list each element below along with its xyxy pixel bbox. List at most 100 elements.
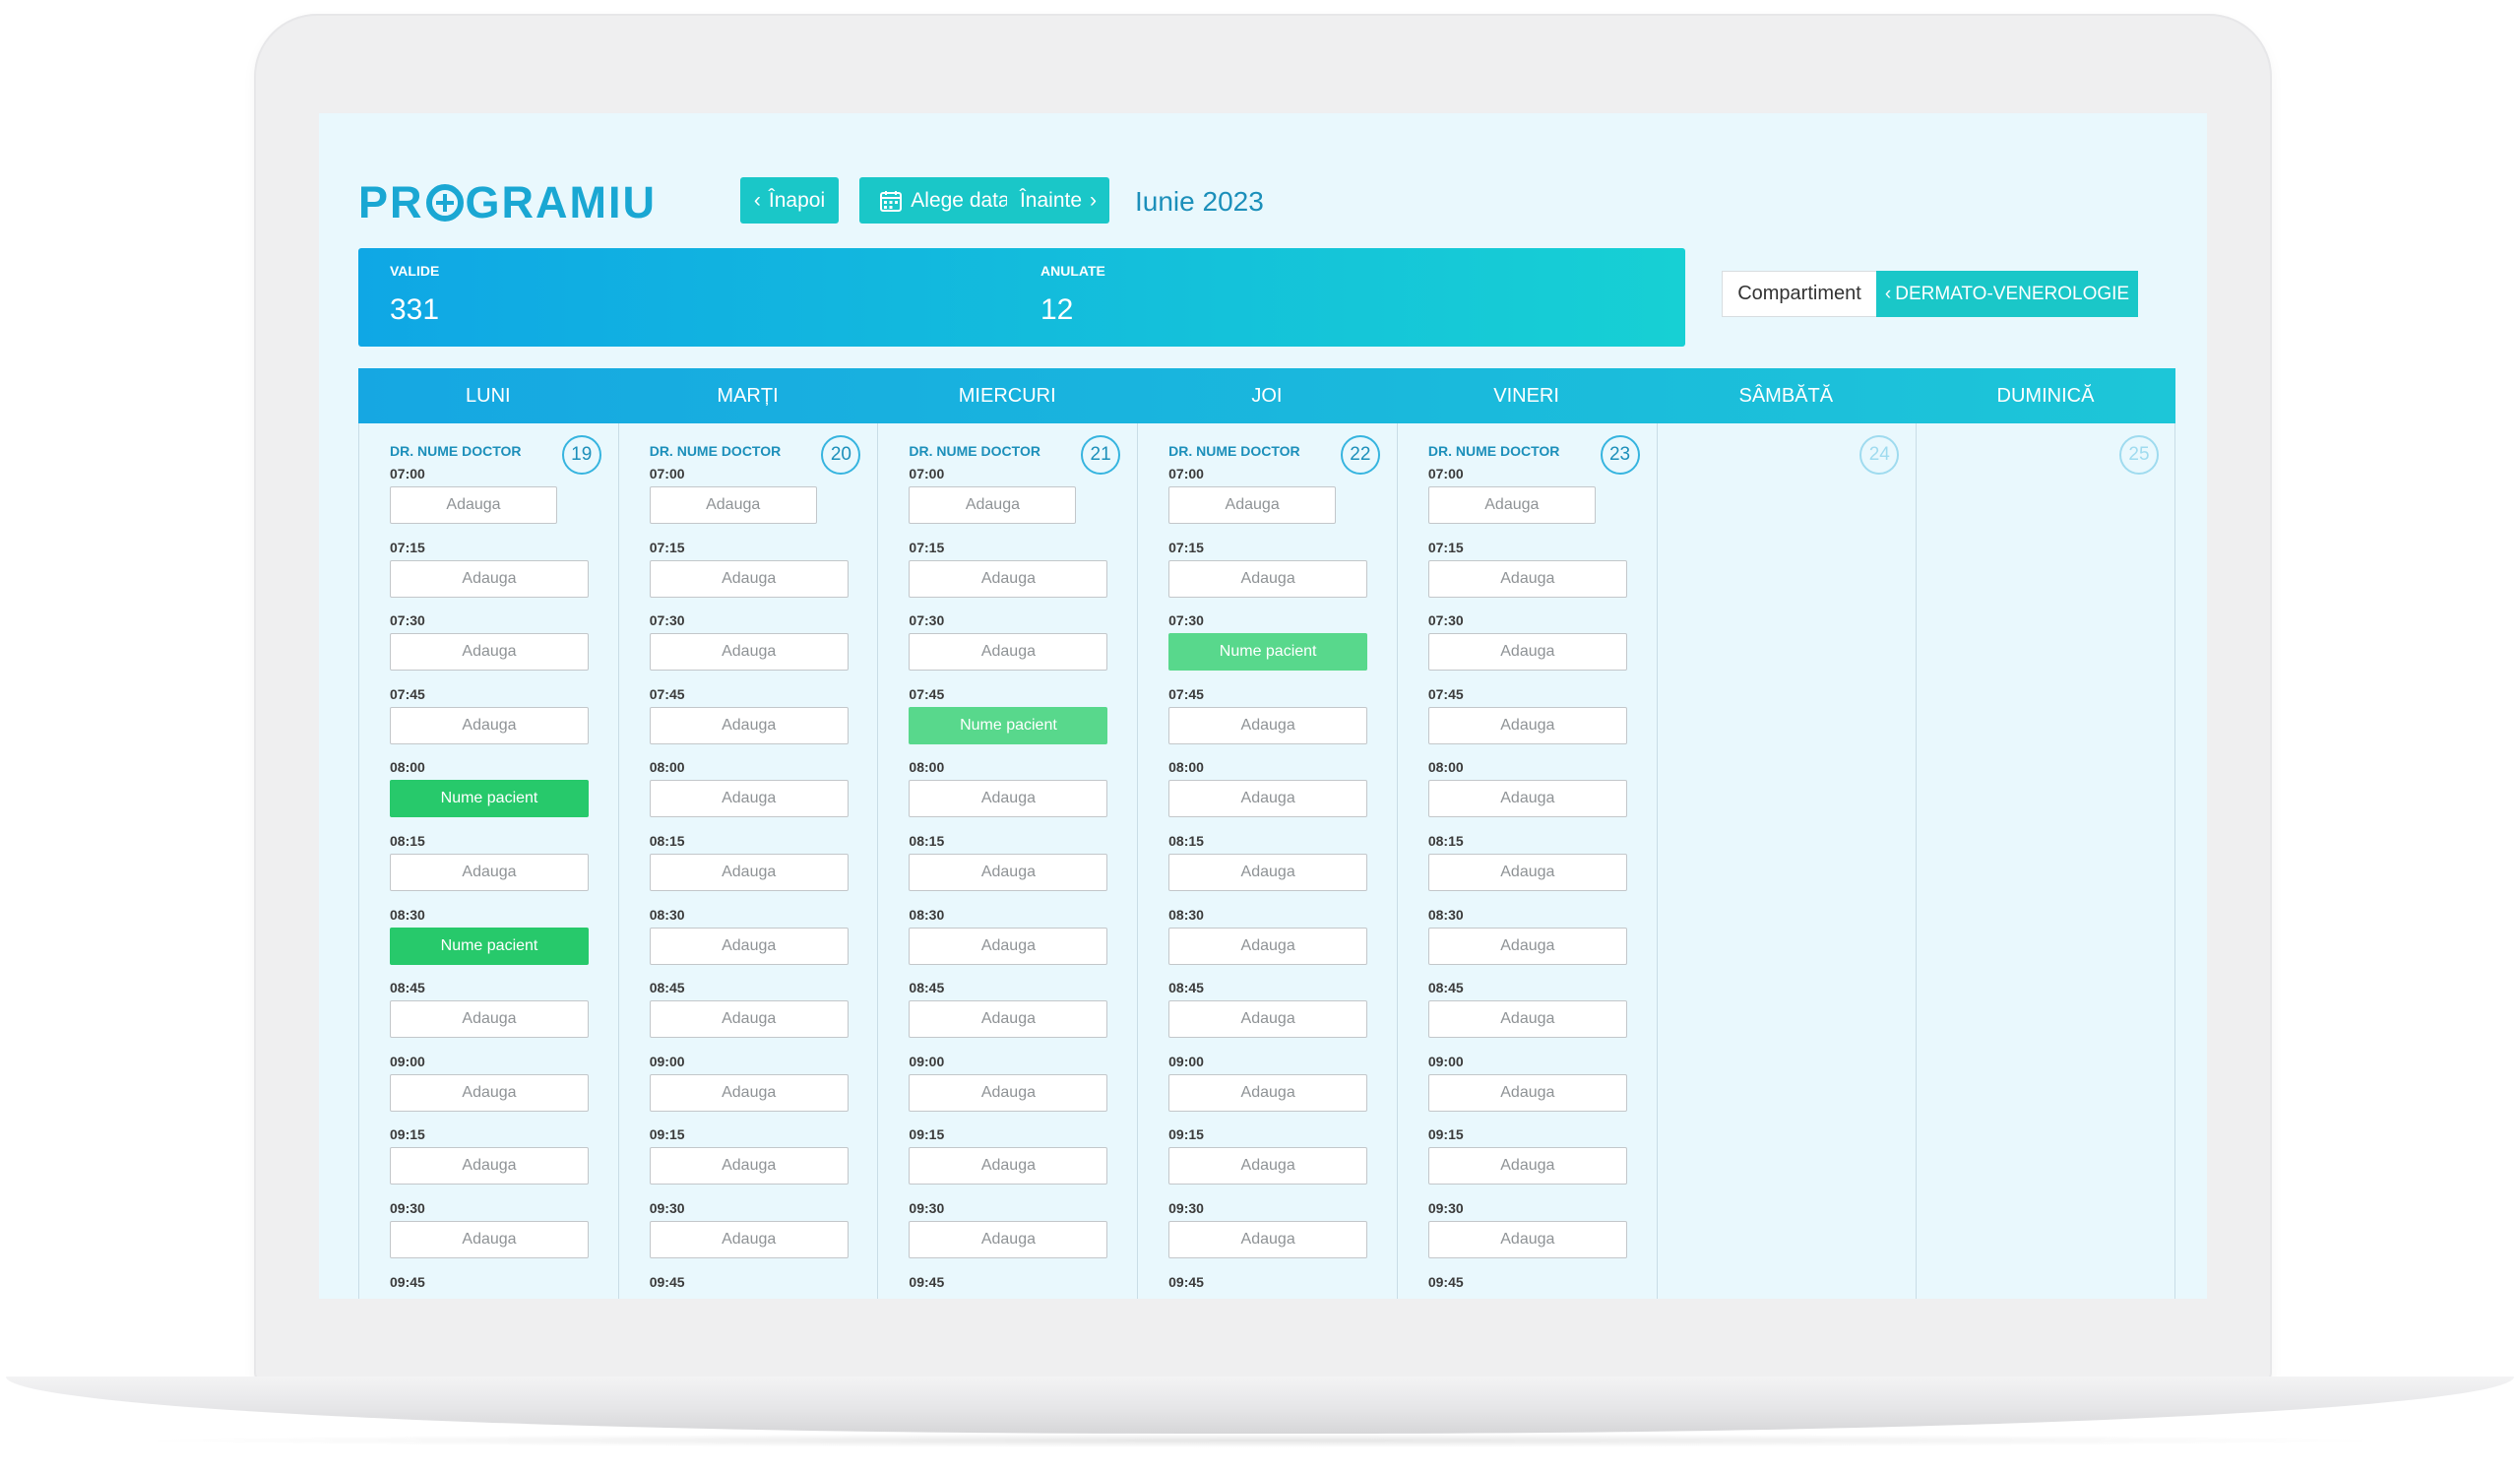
slot-time: 07:15 bbox=[909, 539, 945, 555]
add-appointment-button[interactable]: Adauga bbox=[1427, 1147, 1627, 1186]
add-appointment-button[interactable]: Adauga bbox=[649, 780, 849, 818]
add-appointment-button[interactable]: Adauga bbox=[909, 854, 1108, 891]
add-appointment-button[interactable]: Adauga bbox=[390, 854, 589, 891]
add-appointment-button[interactable]: Adauga bbox=[909, 1073, 1108, 1112]
add-appointment-button[interactable]: Adauga bbox=[1427, 486, 1596, 524]
doctor-name: DR. NUME DOCTOR bbox=[909, 443, 1040, 459]
add-appointment-button[interactable]: Adauga bbox=[1168, 927, 1368, 965]
slot-time: 09:00 bbox=[1168, 1053, 1204, 1069]
add-appointment-button[interactable]: Adauga bbox=[390, 1073, 589, 1112]
add-appointment-button[interactable]: Adauga bbox=[390, 1000, 589, 1039]
add-appointment-button[interactable]: Adauga bbox=[390, 486, 557, 524]
day-number-badge: 23 bbox=[1600, 435, 1640, 475]
slot-time: 09:30 bbox=[1427, 1200, 1464, 1216]
add-appointment-button[interactable]: Adauga bbox=[1427, 559, 1627, 598]
slot-time: 09:00 bbox=[390, 1053, 425, 1069]
add-appointment-button[interactable]: Adauga bbox=[1427, 1073, 1627, 1112]
add-appointment-button[interactable]: Adauga bbox=[909, 559, 1108, 598]
slot-time: 08:30 bbox=[909, 906, 945, 923]
day-name-3: JOI bbox=[1251, 384, 1283, 407]
valid-count: 331 bbox=[390, 293, 440, 326]
add-appointment-button[interactable]: Adauga bbox=[1427, 633, 1627, 672]
day-number-badge: 21 bbox=[1081, 435, 1121, 475]
add-appointment-button[interactable]: Adauga bbox=[1168, 1221, 1368, 1258]
day-number-badge: 20 bbox=[821, 435, 861, 475]
add-appointment-button[interactable]: Adauga bbox=[909, 1221, 1108, 1258]
department-value: DERMATO-VENEROLOGIE bbox=[1895, 283, 2130, 304]
add-appointment-button[interactable]: Adauga bbox=[909, 780, 1108, 818]
add-appointment-button[interactable]: Adauga bbox=[1168, 1000, 1368, 1039]
medical-cross-icon bbox=[425, 184, 464, 222]
add-appointment-button[interactable]: Adauga bbox=[909, 633, 1108, 672]
valid-label: VALIDE bbox=[390, 263, 440, 279]
add-appointment-button[interactable]: Adauga bbox=[1427, 854, 1627, 891]
slot-time: 08:00 bbox=[390, 759, 425, 776]
slot-time: 07:30 bbox=[390, 612, 425, 629]
add-appointment-button[interactable]: Adauga bbox=[649, 633, 849, 672]
department-select[interactable]: ‹ DERMATO-VENEROLOGIE bbox=[1876, 271, 2138, 317]
slot-time: 08:00 bbox=[1427, 759, 1464, 776]
patient-appointment-button[interactable]: Nume pacient bbox=[909, 706, 1108, 744]
add-appointment-button[interactable]: Adauga bbox=[649, 1221, 849, 1258]
add-appointment-button[interactable]: Adauga bbox=[909, 486, 1077, 524]
add-appointment-button[interactable]: Adauga bbox=[909, 927, 1108, 965]
add-appointment-button[interactable]: Adauga bbox=[649, 1000, 849, 1039]
add-appointment-button[interactable]: Adauga bbox=[390, 1147, 589, 1186]
add-appointment-button[interactable]: Adauga bbox=[649, 706, 849, 744]
add-appointment-button[interactable]: Adauga bbox=[390, 633, 589, 672]
back-button[interactable]: ‹ Înapoi bbox=[740, 177, 839, 224]
add-appointment-button[interactable]: Adauga bbox=[649, 559, 849, 598]
day-name-2: MIERCURI bbox=[958, 384, 1056, 407]
add-appointment-button[interactable]: Adauga bbox=[649, 1147, 849, 1186]
day-column: 22 DR. NUME DOCTOR 07:00 Adauga 07:15 Adauga 0… bbox=[1137, 423, 1397, 1299]
day-column: 20 DR. NUME DOCTOR 07:00 Adauga 07:15 Adauga 0… bbox=[617, 423, 878, 1299]
current-month: Iunie 2023 bbox=[1135, 186, 1264, 217]
slot-time: 09:15 bbox=[909, 1126, 945, 1143]
add-appointment-button[interactable]: Adauga bbox=[909, 1000, 1108, 1039]
add-appointment-button[interactable]: Adauga bbox=[390, 559, 589, 598]
add-appointment-button[interactable]: Adauga bbox=[1427, 706, 1627, 744]
slot-time: 07:30 bbox=[909, 612, 945, 629]
patient-appointment-button[interactable]: Nume pacient bbox=[390, 927, 589, 965]
slot-time: 08:15 bbox=[909, 833, 945, 849]
add-appointment-button[interactable]: Adauga bbox=[649, 854, 849, 891]
add-appointment-button[interactable]: Adauga bbox=[909, 1147, 1108, 1186]
slot-time: 07:30 bbox=[1427, 612, 1464, 629]
pick-date-button[interactable]: Alege data bbox=[859, 177, 1030, 224]
add-appointment-button[interactable]: Adauga bbox=[1427, 1000, 1627, 1039]
patient-appointment-button[interactable]: Nume pacient bbox=[390, 780, 589, 818]
patient-appointment-button[interactable]: Nume pacient bbox=[1168, 633, 1368, 672]
add-appointment-button[interactable]: Adauga bbox=[390, 706, 589, 744]
slot-time: 07:45 bbox=[1168, 685, 1204, 702]
add-appointment-button[interactable]: Adauga bbox=[1168, 706, 1368, 744]
calendar-icon bbox=[880, 190, 903, 212]
add-appointment-button[interactable]: Adauga bbox=[1168, 854, 1368, 891]
add-appointment-button[interactable]: Adauga bbox=[1427, 1221, 1627, 1258]
day-number-badge: 24 bbox=[1859, 435, 1900, 475]
slot-time: 07:30 bbox=[649, 612, 685, 629]
doctor-name: DR. NUME DOCTOR bbox=[649, 443, 782, 459]
slot-time: 07:45 bbox=[909, 685, 945, 702]
add-appointment-button[interactable]: Adauga bbox=[1427, 780, 1627, 818]
slot-time: 09:45 bbox=[649, 1273, 685, 1290]
day-column: 21 DR. NUME DOCTOR 07:00 Adauga 07:15 Adauga 0… bbox=[877, 423, 1137, 1299]
add-appointment-button[interactable]: Adauga bbox=[1168, 1073, 1368, 1112]
add-appointment-button[interactable]: Adauga bbox=[649, 486, 817, 524]
add-appointment-button[interactable]: Adauga bbox=[1168, 486, 1337, 524]
day-header-row: LUNI MARȚI MIERCURI JOI VINERI SÂMBĂTĂ DUMINIC… bbox=[358, 368, 2175, 423]
add-appointment-button[interactable]: Adauga bbox=[1168, 559, 1368, 598]
add-appointment-button[interactable]: Adauga bbox=[649, 1073, 849, 1112]
forward-button[interactable]: Înainte › bbox=[1007, 177, 1109, 224]
add-appointment-button[interactable]: Adauga bbox=[1427, 927, 1627, 965]
slot-time: 07:45 bbox=[390, 685, 425, 702]
add-appointment-button[interactable]: Adauga bbox=[1168, 1147, 1368, 1186]
add-appointment-button[interactable]: Adauga bbox=[649, 927, 849, 965]
add-appointment-button[interactable]: Adauga bbox=[1168, 780, 1368, 818]
slot-time: 09:45 bbox=[1168, 1273, 1204, 1290]
slot-time: 09:30 bbox=[390, 1200, 425, 1216]
day-name-5: SÂMBĂTĂ bbox=[1738, 384, 1834, 407]
slot-time: 07:45 bbox=[649, 685, 685, 702]
add-appointment-button[interactable]: Adauga bbox=[390, 1221, 589, 1258]
cancelled-count: 12 bbox=[1040, 293, 1074, 326]
doctor-name: DR. NUME DOCTOR bbox=[1168, 443, 1300, 459]
